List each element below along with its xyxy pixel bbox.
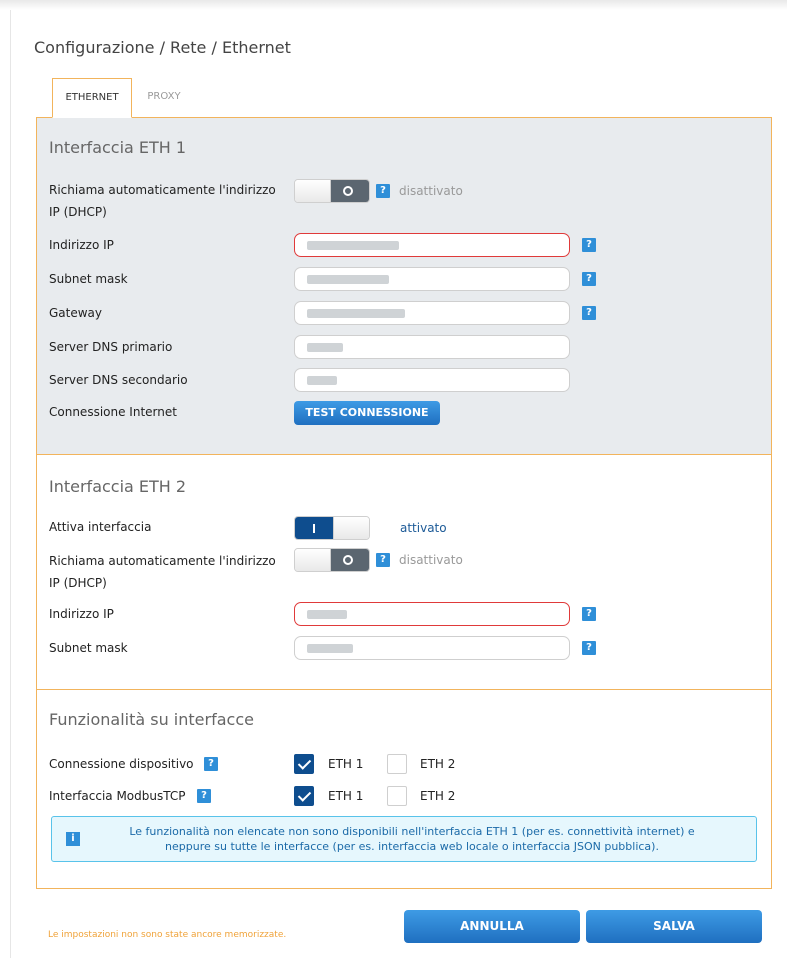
- eth1-dhcp-toggle[interactable]: [294, 179, 370, 203]
- eth2-dhcp-label-line2: IP (DHCP): [49, 576, 107, 590]
- eth1-ip-label: Indirizzo IP: [49, 238, 114, 252]
- modbus-label: Interfaccia ModbusTCP: [49, 789, 186, 803]
- eth2-subnet-help-icon[interactable]: ?: [582, 641, 596, 655]
- eth1-subnet-help-icon[interactable]: ?: [582, 272, 596, 286]
- toggle-knob: [295, 180, 331, 202]
- info-icon: i: [66, 832, 80, 846]
- eth2-enable-state: attivato: [400, 521, 447, 535]
- eth1-dhcp-label-line2: IP (DHCP): [49, 205, 107, 219]
- eth1-gateway-input[interactable]: [294, 301, 570, 325]
- eth1-dns1-label: Server DNS primario: [49, 340, 173, 354]
- eth2-dhcp-state: disattivato: [399, 553, 463, 567]
- functions-section: Funzionalità su interfacce Connessione d…: [36, 689, 772, 889]
- toggle-on-icon: [313, 524, 315, 533]
- save-button[interactable]: SALVA: [586, 910, 762, 943]
- device-connection-label: Connessione dispositivo: [49, 757, 194, 771]
- modbus-eth2-label: ETH 2: [420, 789, 456, 803]
- toggle-track: [295, 517, 333, 539]
- redacted-value: [307, 610, 347, 619]
- cancel-button[interactable]: ANNULLA: [404, 910, 580, 943]
- info-box: i Le funzionalità non elencate non sono …: [51, 816, 757, 862]
- tab-proxy[interactable]: PROXY: [134, 78, 194, 118]
- device-eth1-label: ETH 1: [328, 757, 364, 771]
- eth2-ip-input[interactable]: [294, 602, 570, 626]
- eth2-enable-toggle[interactable]: [294, 516, 370, 540]
- eth1-dns2-label: Server DNS secondario: [49, 373, 188, 387]
- top-shadow: [0, 0, 787, 10]
- info-text: Le funzionalità non elencate non sono di…: [92, 824, 732, 854]
- info-text-line2: neppure su tutte le interfacce (per es. …: [165, 840, 659, 853]
- eth1-gateway-label: Gateway: [49, 306, 103, 320]
- eth1-title: Interfaccia ETH 1: [49, 138, 187, 157]
- device-eth2-checkbox[interactable]: [387, 754, 407, 774]
- tab-ethernet[interactable]: ETHERNET: [52, 78, 132, 118]
- device-eth1-checkbox[interactable]: [294, 754, 314, 774]
- redacted-value: [307, 644, 353, 653]
- eth1-section: Interfaccia ETH 1 Richiama automaticamen…: [36, 117, 772, 454]
- redacted-value: [307, 343, 343, 352]
- eth2-section: Interfaccia ETH 2 Attiva interfaccia att…: [36, 454, 772, 689]
- eth1-gateway-help-icon[interactable]: ?: [582, 306, 596, 320]
- modbus-eth2-checkbox[interactable]: [387, 786, 407, 806]
- device-eth2-label: ETH 2: [420, 757, 456, 771]
- toggle-track: [331, 549, 369, 571]
- eth1-dhcp-state: disattivato: [399, 184, 463, 198]
- eth1-dhcp-help-icon[interactable]: ?: [376, 184, 390, 198]
- eth1-subnet-input[interactable]: [294, 267, 570, 291]
- eth1-ip-help-icon[interactable]: ?: [582, 238, 596, 252]
- redacted-value: [307, 376, 337, 385]
- modbus-eth1-label: ETH 1: [328, 789, 364, 803]
- unsaved-warning: Le impostazioni non sono state ancore me…: [48, 930, 287, 940]
- modbus-help-icon[interactable]: ?: [197, 789, 211, 803]
- toggle-knob: [295, 549, 331, 571]
- device-connection-help-icon[interactable]: ?: [204, 757, 218, 771]
- toggle-off-icon: [343, 555, 353, 565]
- toggle-track: [331, 180, 369, 202]
- test-connection-button[interactable]: TEST CONNESSIONE: [294, 401, 440, 425]
- info-text-line1: Le funzionalità non elencate non sono di…: [129, 825, 695, 838]
- eth2-dhcp-toggle[interactable]: [294, 548, 370, 572]
- eth2-subnet-input[interactable]: [294, 636, 570, 660]
- eth2-subnet-label: Subnet mask: [49, 641, 128, 655]
- redacted-value: [307, 241, 399, 250]
- eth2-enable-label: Attiva interfaccia: [49, 520, 152, 534]
- breadcrumb: Configurazione / Rete / Ethernet: [34, 38, 291, 57]
- eth1-internet-label: Connessione Internet: [49, 405, 177, 419]
- toggle-off-icon: [343, 186, 353, 196]
- eth1-dhcp-label-line1: Richiama automaticamente l'indirizzo: [49, 183, 276, 197]
- eth1-ip-input[interactable]: [294, 233, 570, 257]
- eth1-dns1-input[interactable]: [294, 335, 570, 359]
- functions-title: Funzionalità su interfacce: [49, 710, 254, 729]
- eth2-title: Interfaccia ETH 2: [49, 477, 187, 496]
- redacted-value: [307, 275, 389, 284]
- eth2-dhcp-label-line1: Richiama automaticamente l'indirizzo: [49, 554, 276, 568]
- eth1-dns2-input[interactable]: [294, 368, 570, 392]
- eth2-ip-label: Indirizzo IP: [49, 607, 114, 621]
- modbus-eth1-checkbox[interactable]: [294, 786, 314, 806]
- toggle-knob: [333, 517, 369, 539]
- eth1-subnet-label: Subnet mask: [49, 272, 128, 286]
- eth2-ip-help-icon[interactable]: ?: [582, 607, 596, 621]
- eth2-dhcp-help-icon[interactable]: ?: [376, 553, 390, 567]
- redacted-value: [307, 309, 405, 318]
